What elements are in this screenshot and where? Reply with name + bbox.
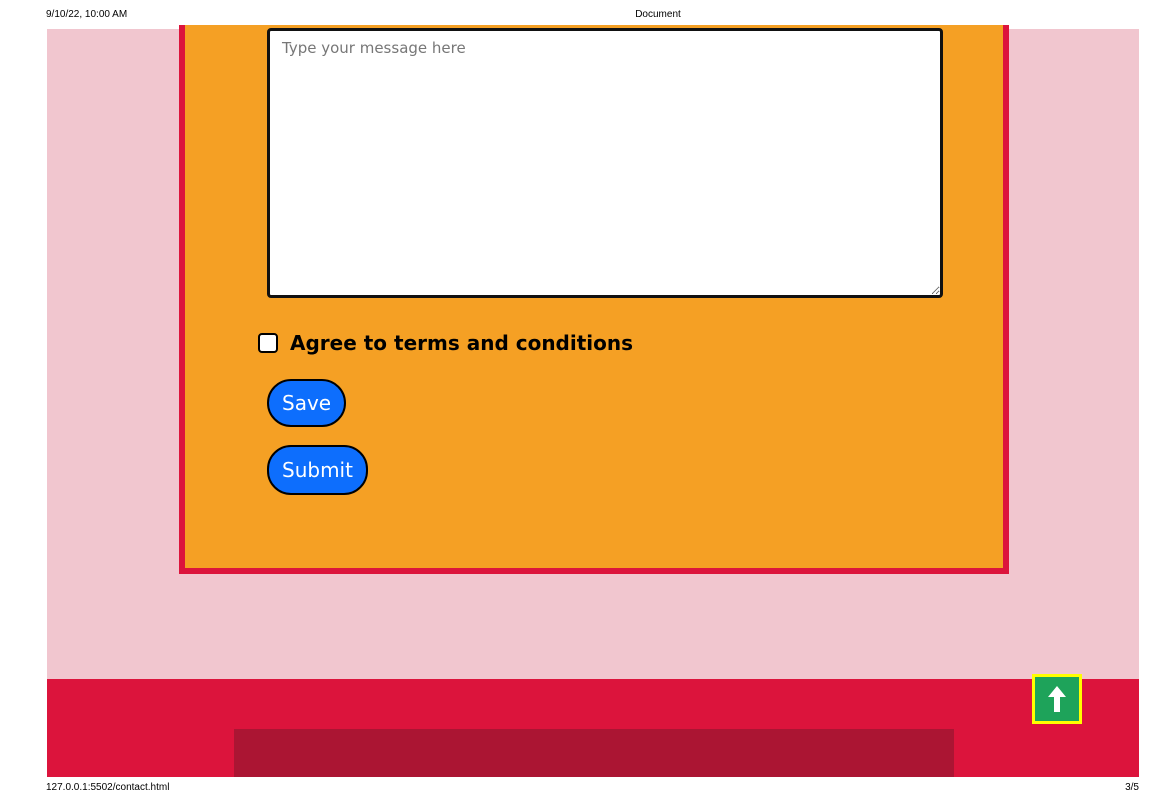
page-content-area: Agree to terms and conditions Save Submi…: [47, 25, 1139, 679]
terms-label[interactable]: Agree to terms and conditions: [290, 331, 633, 355]
arrow-up-icon: [1048, 686, 1066, 712]
print-footer: 127.0.0.1:5502/contact.html 3/5: [0, 782, 1169, 794]
print-header: 9/10/22, 10:00 AM Document: [0, 9, 1169, 23]
terms-row: Agree to terms and conditions: [258, 331, 633, 355]
contact-form: Agree to terms and conditions Save Submi…: [179, 25, 1009, 574]
submit-button[interactable]: Submit: [267, 445, 368, 495]
print-url: 127.0.0.1:5502/contact.html: [46, 782, 170, 793]
footer-inner-bar: [234, 729, 954, 777]
print-document-title: Document: [635, 9, 681, 20]
terms-checkbox[interactable]: [258, 333, 278, 353]
back-to-top-button[interactable]: [1032, 674, 1082, 724]
site-footer: [47, 674, 1139, 777]
message-textarea[interactable]: [267, 28, 943, 298]
save-button[interactable]: Save: [267, 379, 347, 427]
print-page-number: 3/5: [1125, 782, 1139, 793]
